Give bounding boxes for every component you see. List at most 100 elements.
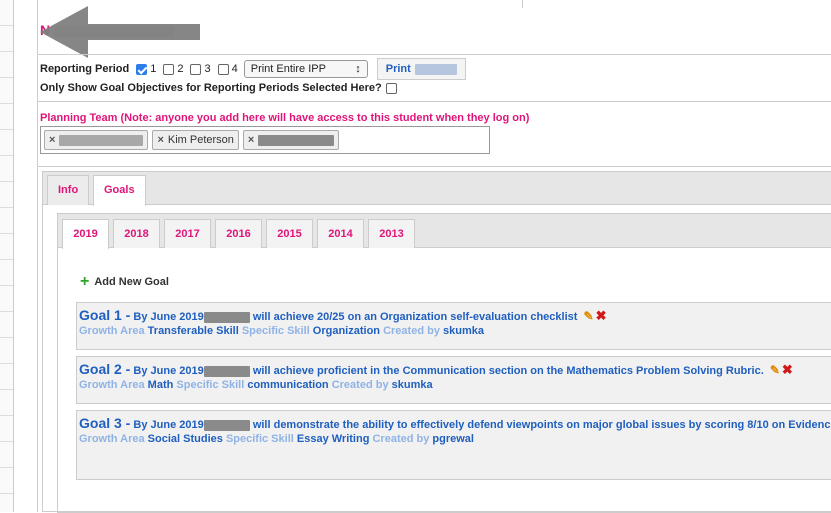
goal-item: Goal 2 - By June 2019 will achieve profi…: [76, 356, 831, 404]
delete-icon[interactable]: ✖: [782, 362, 793, 377]
specific-skill-key: Specific Skill: [176, 379, 245, 391]
planning-team-input[interactable]: × × Kim Peterson ×: [40, 126, 490, 154]
goal-title: Goal 2 - By June 2019 will achieve profi…: [79, 362, 831, 379]
growth-area-key: Growth Area: [79, 433, 145, 445]
sidebar-row[interactable]: [0, 286, 13, 312]
plus-icon: +: [80, 273, 90, 290]
created-by-value: pgrewal: [432, 433, 474, 445]
tab-info[interactable]: Info: [47, 175, 90, 205]
divider: [38, 54, 831, 55]
team-member-name: Kim Peterson: [167, 134, 234, 146]
sidebar-row[interactable]: [0, 260, 13, 286]
goal-title: Goal 3 - By June 2019 will demonstrate t…: [79, 416, 831, 433]
goal-meta: Growth Area Social Studies Specific Skil…: [79, 433, 831, 446]
print-scope-value: Print Entire IPP: [250, 63, 326, 75]
reporting-period-row: Reporting Period 1 2 3 4 Print Entire IP…: [40, 58, 466, 80]
team-member-chip[interactable]: ×: [242, 130, 340, 150]
only-show-row: Only Show Goal Objectives for Reporting …: [40, 82, 397, 94]
goal-number: Goal 1 -: [79, 307, 131, 323]
sidebar-row[interactable]: [0, 78, 13, 104]
sidebar-row[interactable]: [0, 364, 13, 390]
tab-year-2014[interactable]: 2014: [317, 219, 364, 248]
goal-date: By June 2019: [133, 419, 204, 431]
add-goal-button[interactable]: + Add New Goal: [80, 273, 169, 290]
select-arrows-icon: ↕: [355, 63, 361, 75]
sidebar-row[interactable]: [0, 52, 13, 78]
specific-skill-key: Specific Skill: [241, 325, 310, 337]
period-4-checkbox[interactable]: [217, 63, 229, 75]
planning-team-label: Planning Team (Note: anyone you add here…: [40, 112, 530, 124]
outer-tab-bar: Info Goals: [43, 172, 831, 206]
goal-number: Goal 2 -: [79, 361, 131, 377]
remove-icon[interactable]: ×: [248, 134, 254, 146]
sidebar-row[interactable]: [0, 442, 13, 468]
period-4-label: 4: [231, 63, 238, 75]
year-tab-bar: 2019 2018 2017 2016 2015 2014 2013: [58, 214, 831, 249]
period-3-checkbox[interactable]: [190, 63, 202, 75]
period-1-label: 1: [150, 63, 157, 75]
goals-panel: 2019 2018 2017 2016 2015 2014 2013 + Add…: [57, 213, 831, 513]
specific-skill-value: Essay Writing: [296, 433, 370, 445]
goal-date: By June 2019: [133, 311, 204, 323]
back-arrow-icon[interactable]: [40, 6, 200, 58]
sidebar-row[interactable]: [0, 156, 13, 182]
tab-year-2017[interactable]: 2017: [164, 219, 211, 248]
goal-title: Goal 1 - By June 2019 will achieve 20/25…: [79, 308, 831, 325]
growth-area-value: Social Studies: [147, 433, 223, 445]
goal-text: will achieve proficient in the Communica…: [252, 365, 764, 377]
growth-area-value: Transferable Skill: [147, 325, 239, 337]
goal-meta: Growth Area Transferable Skill Specific …: [79, 325, 831, 338]
period-2-label: 2: [177, 63, 184, 75]
sidebar-row[interactable]: [0, 26, 13, 52]
print-button-label: Print: [385, 63, 411, 75]
sidebar-row[interactable]: [0, 104, 13, 130]
goal-text: will achieve 20/25 on an Organization se…: [252, 311, 578, 323]
print-button[interactable]: Print: [376, 58, 466, 80]
team-member-chip[interactable]: × Kim Peterson: [152, 130, 239, 150]
tab-goals[interactable]: Goals: [93, 175, 146, 206]
tab-year-2013[interactable]: 2013: [368, 219, 415, 248]
tab-year-2015[interactable]: 2015: [266, 219, 313, 248]
divider: [522, 0, 523, 8]
tab-year-2019[interactable]: 2019: [62, 219, 109, 249]
only-show-label: Only Show Goal Objectives for Reporting …: [40, 82, 382, 94]
remove-icon[interactable]: ×: [157, 134, 163, 146]
delete-icon[interactable]: ✖: [596, 308, 607, 323]
goal-meta: Growth Area Math Specific Skill communic…: [79, 379, 831, 392]
only-show-checkbox[interactable]: [385, 82, 397, 94]
created-by-key: Created by: [331, 379, 389, 391]
sidebar-row[interactable]: [0, 468, 13, 494]
sidebar-row[interactable]: [0, 182, 13, 208]
sidebar-row[interactable]: [0, 0, 13, 26]
sidebar-row[interactable]: [0, 416, 13, 442]
period-2-checkbox[interactable]: [163, 63, 175, 75]
sidebar-row[interactable]: [0, 338, 13, 364]
tab-year-2016[interactable]: 2016: [215, 219, 262, 248]
specific-skill-value: Organization: [312, 325, 381, 337]
reporting-period-label: Reporting Period: [40, 63, 130, 75]
team-member-chip[interactable]: ×: [44, 130, 149, 150]
edit-pencil-icon[interactable]: ✎: [584, 309, 594, 323]
left-sidebar-strip: [0, 0, 14, 512]
goal-text: will demonstrate the ability to effectiv…: [252, 419, 831, 431]
main-content: N Reporting Period 1 2 3 4 Print Entire …: [37, 0, 831, 513]
growth-area-key: Growth Area: [79, 379, 145, 391]
sidebar-row[interactable]: [0, 390, 13, 416]
print-scope-select[interactable]: Print Entire IPP ↕: [243, 60, 368, 78]
specific-skill-value: communication: [247, 379, 329, 391]
specific-skill-key: Specific Skill: [225, 433, 294, 445]
divider: [38, 166, 831, 167]
period-3-label: 3: [204, 63, 211, 75]
sidebar-row[interactable]: [0, 234, 13, 260]
period-1-checkbox[interactable]: [136, 63, 148, 75]
created-by-value: skumka: [391, 379, 433, 391]
tab-year-2018[interactable]: 2018: [113, 219, 160, 248]
remove-icon[interactable]: ×: [49, 134, 55, 146]
sidebar-row[interactable]: [0, 312, 13, 338]
sidebar-row[interactable]: [0, 130, 13, 156]
created-by-key: Created by: [372, 433, 430, 445]
edit-pencil-icon[interactable]: ✎: [770, 363, 780, 377]
created-by-key: Created by: [383, 325, 440, 337]
divider: [38, 101, 831, 102]
sidebar-row[interactable]: [0, 208, 13, 234]
